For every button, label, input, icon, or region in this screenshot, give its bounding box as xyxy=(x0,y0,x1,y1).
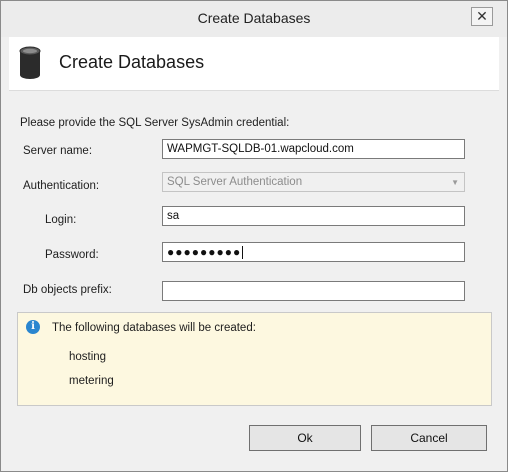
authentication-label: Authentication: xyxy=(23,180,100,192)
close-button[interactable]: ✕ xyxy=(471,7,493,26)
info-panel: i The following databases will be create… xyxy=(17,312,492,406)
authentication-value: SQL Server Authentication xyxy=(167,176,303,188)
header-title: Create Databases xyxy=(59,52,205,72)
create-databases-dialog: Create Databases ✕ Create Databases Plea… xyxy=(0,0,508,472)
text-cursor xyxy=(242,246,244,260)
ok-button[interactable]: Ok xyxy=(249,425,361,451)
server-name-input[interactable]: WAPMGT-SQLDB-01.wapcloud.com xyxy=(162,139,465,159)
instruction-text: Please provide the SQL Server SysAdmin c… xyxy=(20,117,290,129)
password-label: Password: xyxy=(45,249,99,261)
prefix-input[interactable] xyxy=(162,281,465,301)
server-name-label: Server name: xyxy=(23,145,93,157)
login-input[interactable]: sa xyxy=(162,206,465,226)
authentication-select[interactable]: SQL Server Authentication ▼ xyxy=(162,172,465,192)
database-icon xyxy=(19,46,41,79)
password-mask: ●●●●●●●●● xyxy=(167,245,242,259)
cancel-button[interactable]: Cancel xyxy=(371,425,487,451)
close-icon: ✕ xyxy=(476,8,488,24)
password-input[interactable]: ●●●●●●●●● xyxy=(162,242,465,262)
dialog-content: Please provide the SQL Server SysAdmin c… xyxy=(9,91,499,463)
prefix-label: Db objects prefix: xyxy=(23,284,112,296)
title-bar: Create Databases ✕ xyxy=(1,1,507,37)
info-icon: i xyxy=(26,320,40,334)
database-item-hosting: hosting xyxy=(69,351,107,363)
login-label: Login: xyxy=(45,214,77,226)
info-message: The following databases will be created: xyxy=(52,322,256,334)
database-item-metering: metering xyxy=(69,375,114,387)
dialog-header: Create Databases xyxy=(9,37,499,91)
chevron-down-icon: ▼ xyxy=(451,178,459,187)
window-title: Create Databases xyxy=(197,10,311,26)
